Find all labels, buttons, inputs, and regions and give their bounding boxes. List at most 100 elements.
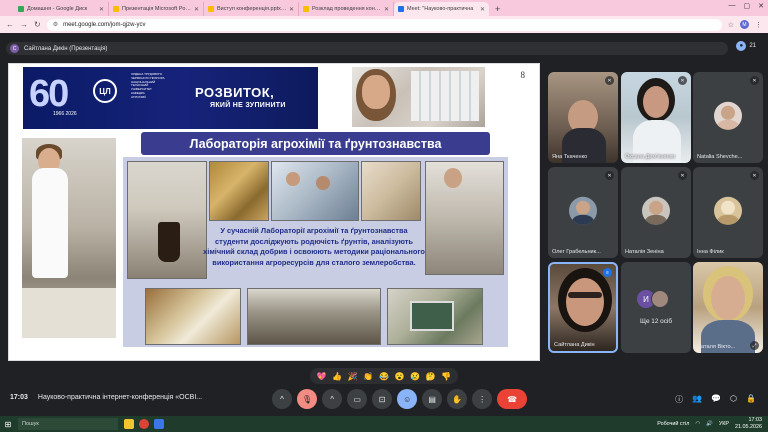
hand-icon: ✋ (452, 394, 463, 404)
participant-tile[interactable]: ✕ Оксана Дем'яненко (621, 72, 691, 163)
avatar-part (576, 200, 590, 215)
presenter-bar[interactable]: С Сайтлана Дикін (Презентація) (6, 42, 728, 55)
more-participants-tile[interactable]: И Ще 12 осіб (621, 262, 691, 353)
back-icon[interactable]: ← (6, 20, 14, 29)
reaction-sad[interactable]: 😢 (410, 372, 420, 381)
store-icon[interactable] (154, 419, 164, 429)
bookmark-star-icon[interactable]: ☆ (728, 21, 734, 29)
slide-description: У сучасній Лабораторії агрохімії та ґрун… (203, 226, 425, 267)
reaction-heart[interactable]: 💖 (317, 372, 327, 381)
participant-tile[interactable]: ✕ Олег Грабельник... (548, 167, 618, 258)
url-field[interactable]: ⚙ meet.google.com/jom-qjzw-ycv (46, 18, 722, 31)
reaction-clap[interactable]: 👏 (363, 372, 373, 381)
browser-tab-pptx[interactable]: Виступ конференція.pptx - G ✕ (204, 2, 299, 16)
participant-tile[interactable]: ⤢ Наталя Вікто... (693, 262, 763, 353)
taskbar-search[interactable]: Пошук (18, 418, 118, 430)
mic-off-icon: ✕ (605, 76, 614, 85)
file-explorer-icon[interactable] (124, 419, 134, 429)
reload-icon[interactable]: ↻ (34, 20, 41, 29)
anniversary-number: 60 (29, 73, 69, 115)
pin-icon[interactable]: ⤢ (750, 341, 759, 350)
captions-icon: ▤ (428, 394, 436, 404)
forward-icon[interactable]: → (20, 20, 28, 29)
mic-off-icon: ✕ (678, 76, 687, 85)
participant-tile[interactable]: ✕ Natalia Shevche... (693, 72, 763, 163)
avatar-part (717, 214, 739, 225)
participant-name: Natalia Shevche... (697, 154, 743, 160)
participant-tile[interactable]: ✕ Яна Ткаченко (548, 72, 618, 163)
participant-tile[interactable]: ✕ Інна Філик (693, 167, 763, 258)
reaction-thumbs-up[interactable]: 👍 (332, 372, 342, 381)
reactions-button[interactable]: ☺ (397, 389, 418, 409)
collage-photo-glassware (127, 161, 207, 279)
maximize-icon[interactable]: ▢ (744, 2, 751, 10)
people-icon: ● (736, 41, 747, 51)
close-icon[interactable]: ✕ (194, 6, 199, 13)
browser-tab-presentation[interactable]: Презентація Microsoft PowerP ✕ (109, 2, 204, 16)
more-avatars: И (637, 290, 669, 308)
leave-call-button[interactable]: ☎ (497, 389, 528, 409)
info-icon[interactable]: ⓘ (675, 394, 683, 405)
more-vert-icon: ⋮ (478, 394, 487, 404)
raise-hand-button[interactable]: ✋ (447, 389, 468, 409)
people-count[interactable]: ● 21 (736, 41, 756, 51)
windows-start-icon[interactable]: ⊞ (0, 416, 16, 432)
mic-toggle-button[interactable]: 🎙 (297, 389, 318, 409)
address-bar-row: ← → ↻ ⚙ meet.google.com/jom-qjzw-ycv ☆ M… (0, 16, 768, 33)
reaction-surprised[interactable]: 😮 (395, 372, 405, 381)
more-options-button[interactable]: ⋮ (472, 389, 493, 409)
present-button[interactable]: ⊡ (372, 389, 393, 409)
participant-video (711, 276, 745, 320)
avatar-part (645, 214, 667, 225)
banner-subline: ЯКИЙ НЕ ЗУПИНИТИ (210, 102, 286, 109)
reaction-thinking[interactable]: 🤔 (426, 372, 436, 381)
participant-tile-speaking[interactable]: ≡ Сайтлана Дикін (548, 262, 618, 353)
tab-label: Презентація Microsoft PowerP (122, 6, 192, 12)
chrome-icon[interactable] (139, 419, 149, 429)
camera-options-button[interactable]: ^ (322, 389, 343, 409)
reaction-thumbs-down[interactable]: 👎 (441, 372, 451, 381)
call-controls: ^ 🎙 ^ ▭ ⊡ ☺ ▤ ✋ ⋮ ☎ (272, 389, 528, 409)
hangup-icon: ☎ (507, 394, 518, 404)
profile-avatar[interactable]: M (740, 20, 749, 29)
taskbar-clock[interactable]: 17:03 21.05.2026 (735, 417, 762, 430)
reaction-party[interactable]: 🎉 (348, 372, 358, 381)
close-window-icon[interactable]: ✕ (758, 2, 764, 10)
close-icon[interactable]: ✕ (289, 6, 294, 13)
desktop-label[interactable]: Робочий стіл (657, 421, 689, 427)
close-icon[interactable]: ✕ (384, 6, 389, 13)
minimize-icon[interactable]: — (729, 2, 736, 10)
avatar-part (717, 119, 739, 130)
tab-label: Meet: "Науково-практична (407, 6, 474, 12)
lock-icon[interactable]: 🔒 (746, 394, 756, 405)
people-icon[interactable]: 👥 (692, 394, 702, 405)
menu-icon[interactable]: ⋮ (755, 21, 762, 29)
browser-tab-schedule[interactable]: Розклад проведення конфер ✕ (299, 2, 394, 16)
meet-icon (398, 6, 404, 12)
participant-name: Сайтлана Дикін (554, 342, 595, 348)
network-icon[interactable]: ◠ (695, 421, 700, 427)
volume-icon[interactable]: 🔊 (706, 421, 713, 427)
browser-tab-drive[interactable]: Домашня - Google Диск ✕ (14, 2, 109, 16)
more-avatar-photo (651, 290, 669, 308)
language-indicator[interactable]: УКР (719, 421, 729, 427)
site-info-icon[interactable]: ⚙ (53, 21, 58, 28)
participant-avatar (714, 196, 742, 225)
mic-options-button[interactable]: ^ (272, 389, 292, 409)
os-taskbar: ⊞ Пошук Робочий стіл ◠ 🔊 УКР 17:03 21.05… (0, 416, 768, 432)
reaction-laugh[interactable]: 😂 (379, 372, 389, 381)
camera-toggle-button[interactable]: ▭ (347, 389, 368, 409)
tab-label: Домашня - Google Диск (27, 6, 88, 12)
close-icon[interactable]: ✕ (99, 6, 104, 13)
captions-button[interactable]: ▤ (422, 389, 443, 409)
presenter-label: Сайтлана Дикін (Презентація) (24, 45, 108, 52)
new-tab-button[interactable]: + (489, 2, 506, 16)
browser-tab-meet[interactable]: Meet: "Науково-практична ✕ (394, 2, 489, 16)
chevron-up-icon: ^ (280, 394, 284, 404)
chat-icon[interactable]: 💬 (711, 394, 721, 405)
participant-tile[interactable]: ✕ Наталія Зеніна (621, 167, 691, 258)
tab-label: Розклад проведення конфер (312, 6, 382, 12)
close-icon[interactable]: ✕ (480, 6, 485, 13)
activities-icon[interactable]: ⬡ (730, 394, 737, 405)
mic-off-icon: ✕ (750, 76, 759, 85)
